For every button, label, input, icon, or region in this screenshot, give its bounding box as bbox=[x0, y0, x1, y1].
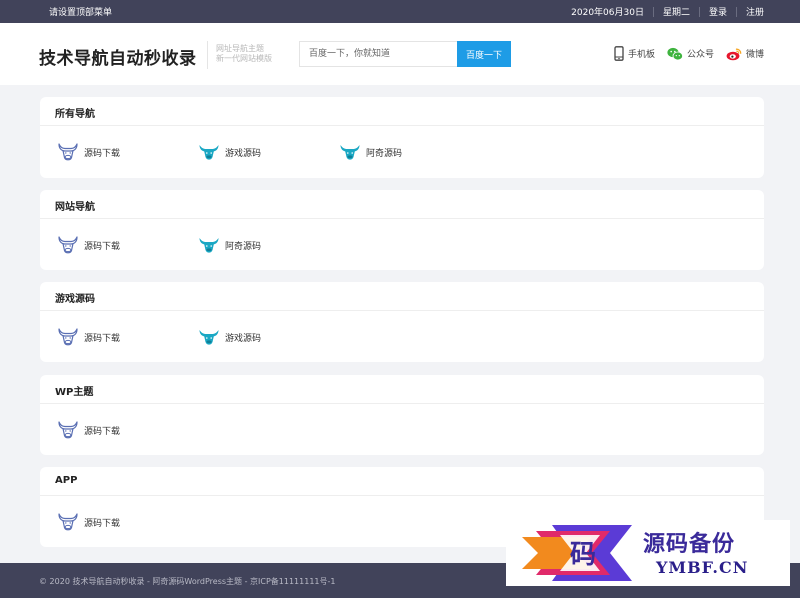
bull-outline-icon bbox=[58, 513, 78, 531]
site-label: 源码下载 bbox=[84, 426, 121, 437]
slogan-line-2: 新一代网站模版 bbox=[216, 54, 272, 63]
section-title: 游戏源码 bbox=[40, 282, 764, 311]
site-link[interactable]: 阿奇源码 bbox=[198, 235, 261, 255]
phone-icon bbox=[614, 46, 624, 61]
divider bbox=[207, 41, 208, 69]
section-title: 所有导航 bbox=[40, 97, 764, 126]
watermark-domain: YMBF.CN bbox=[656, 558, 749, 577]
site-link[interactable]: 源码下载 bbox=[57, 512, 120, 532]
search-button[interactable]: 百度一下 bbox=[457, 41, 511, 67]
top-right-links: 2020年06月30日 星期二 登录 注册 bbox=[571, 5, 764, 18]
footer-copyright: © 2020 技术导航自动秒收录 - 阿奇源码WordPress主题 - 京IC… bbox=[39, 577, 336, 586]
site-label: 阿奇源码 bbox=[225, 241, 262, 252]
mobile-link[interactable]: 手机板 bbox=[614, 46, 655, 61]
site-link[interactable]: 源码下载 bbox=[57, 142, 120, 162]
date-text: 2020年06月30日 bbox=[571, 8, 644, 18]
site-link[interactable]: 游戏源码 bbox=[198, 142, 261, 162]
weibo-link-label: 微博 bbox=[745, 50, 764, 60]
bull-outline-icon bbox=[58, 328, 78, 346]
bull-outline-icon bbox=[58, 143, 78, 161]
search-form: 百度一下 bbox=[299, 41, 511, 67]
section-body: 源码下载 游戏源码 阿奇源码 bbox=[40, 126, 764, 178]
site-header: 技术导航自动秒收录 网址导航主题 新一代网站模版 百度一下 手机板 bbox=[0, 23, 800, 85]
register-link[interactable]: 注册 bbox=[746, 5, 764, 18]
section-body: 源码下载 游戏源码 bbox=[40, 311, 764, 363]
bull-outline-icon bbox=[58, 421, 78, 439]
site-link[interactable]: 阿奇源码 bbox=[339, 142, 402, 162]
bull-filled-icon bbox=[340, 145, 360, 160]
site-label: 游戏源码 bbox=[225, 333, 262, 344]
site-label: 游戏源码 bbox=[225, 148, 262, 159]
site-link[interactable]: 源码下载 bbox=[57, 235, 120, 255]
divider bbox=[652, 6, 654, 17]
nav-section-website: 网站导航 源码下载 阿奇源码 bbox=[40, 190, 764, 270]
nav-section-game: 游戏源码 源码下载 游戏源码 bbox=[40, 282, 764, 362]
site-label: 源码下载 bbox=[84, 518, 121, 529]
bull-filled-icon bbox=[199, 330, 219, 345]
bull-filled-icon bbox=[199, 238, 219, 253]
site-slogan: 网址导航主题 新一代网站模版 bbox=[216, 44, 272, 64]
weibo-link[interactable]: 微博 bbox=[726, 47, 764, 61]
watermark-logo: 码 bbox=[522, 525, 632, 581]
watermark: 码 源码备份 YMBF.CN bbox=[506, 520, 790, 586]
site-label: 源码下载 bbox=[84, 148, 121, 159]
wechat-link[interactable]: 公众号 bbox=[667, 47, 714, 61]
divider bbox=[735, 6, 737, 17]
bull-outline-icon bbox=[58, 236, 78, 254]
site-link[interactable]: 源码下载 bbox=[57, 420, 120, 440]
nav-section-all: 所有导航 源码下载 游戏源码 阿奇源码 bbox=[40, 97, 764, 178]
site-label: 阿奇源码 bbox=[366, 148, 403, 159]
weekday-text: 星期二 bbox=[662, 8, 690, 18]
bull-filled-icon bbox=[199, 145, 219, 160]
wechat-link-label: 公众号 bbox=[686, 50, 714, 60]
site-label: 源码下载 bbox=[84, 333, 121, 344]
site-label: 源码下载 bbox=[84, 241, 121, 252]
divider bbox=[698, 6, 700, 17]
site-link[interactable]: 游戏源码 bbox=[198, 327, 261, 347]
watermark-title: 源码备份 bbox=[643, 531, 736, 557]
section-title: WP主题 bbox=[40, 375, 764, 404]
nav-section-wp: WP主题 源码下载 bbox=[40, 375, 764, 455]
section-title: 网站导航 bbox=[40, 190, 764, 219]
slogan-line-1: 网址导航主题 bbox=[216, 44, 264, 53]
site-logo[interactable]: 技术导航自动秒收录 bbox=[39, 44, 197, 69]
watermark-glyph: 码 bbox=[570, 540, 596, 570]
top-menu-placeholder[interactable]: 请设置顶部菜单 bbox=[49, 5, 112, 18]
site-link[interactable]: 源码下载 bbox=[57, 327, 120, 347]
top-bar: 请设置顶部菜单 2020年06月30日 星期二 登录 注册 bbox=[0, 0, 800, 23]
header-links: 手机板 公众号 微博 bbox=[602, 46, 764, 61]
weibo-icon bbox=[726, 48, 742, 60]
section-body: 源码下载 bbox=[40, 404, 764, 456]
wechat-icon bbox=[667, 47, 683, 60]
section-body: 源码下载 阿奇源码 bbox=[40, 219, 764, 271]
section-title: APP bbox=[40, 467, 764, 496]
mobile-link-label: 手机板 bbox=[627, 50, 655, 60]
search-input[interactable] bbox=[299, 41, 457, 67]
login-link[interactable]: 登录 bbox=[709, 5, 727, 18]
